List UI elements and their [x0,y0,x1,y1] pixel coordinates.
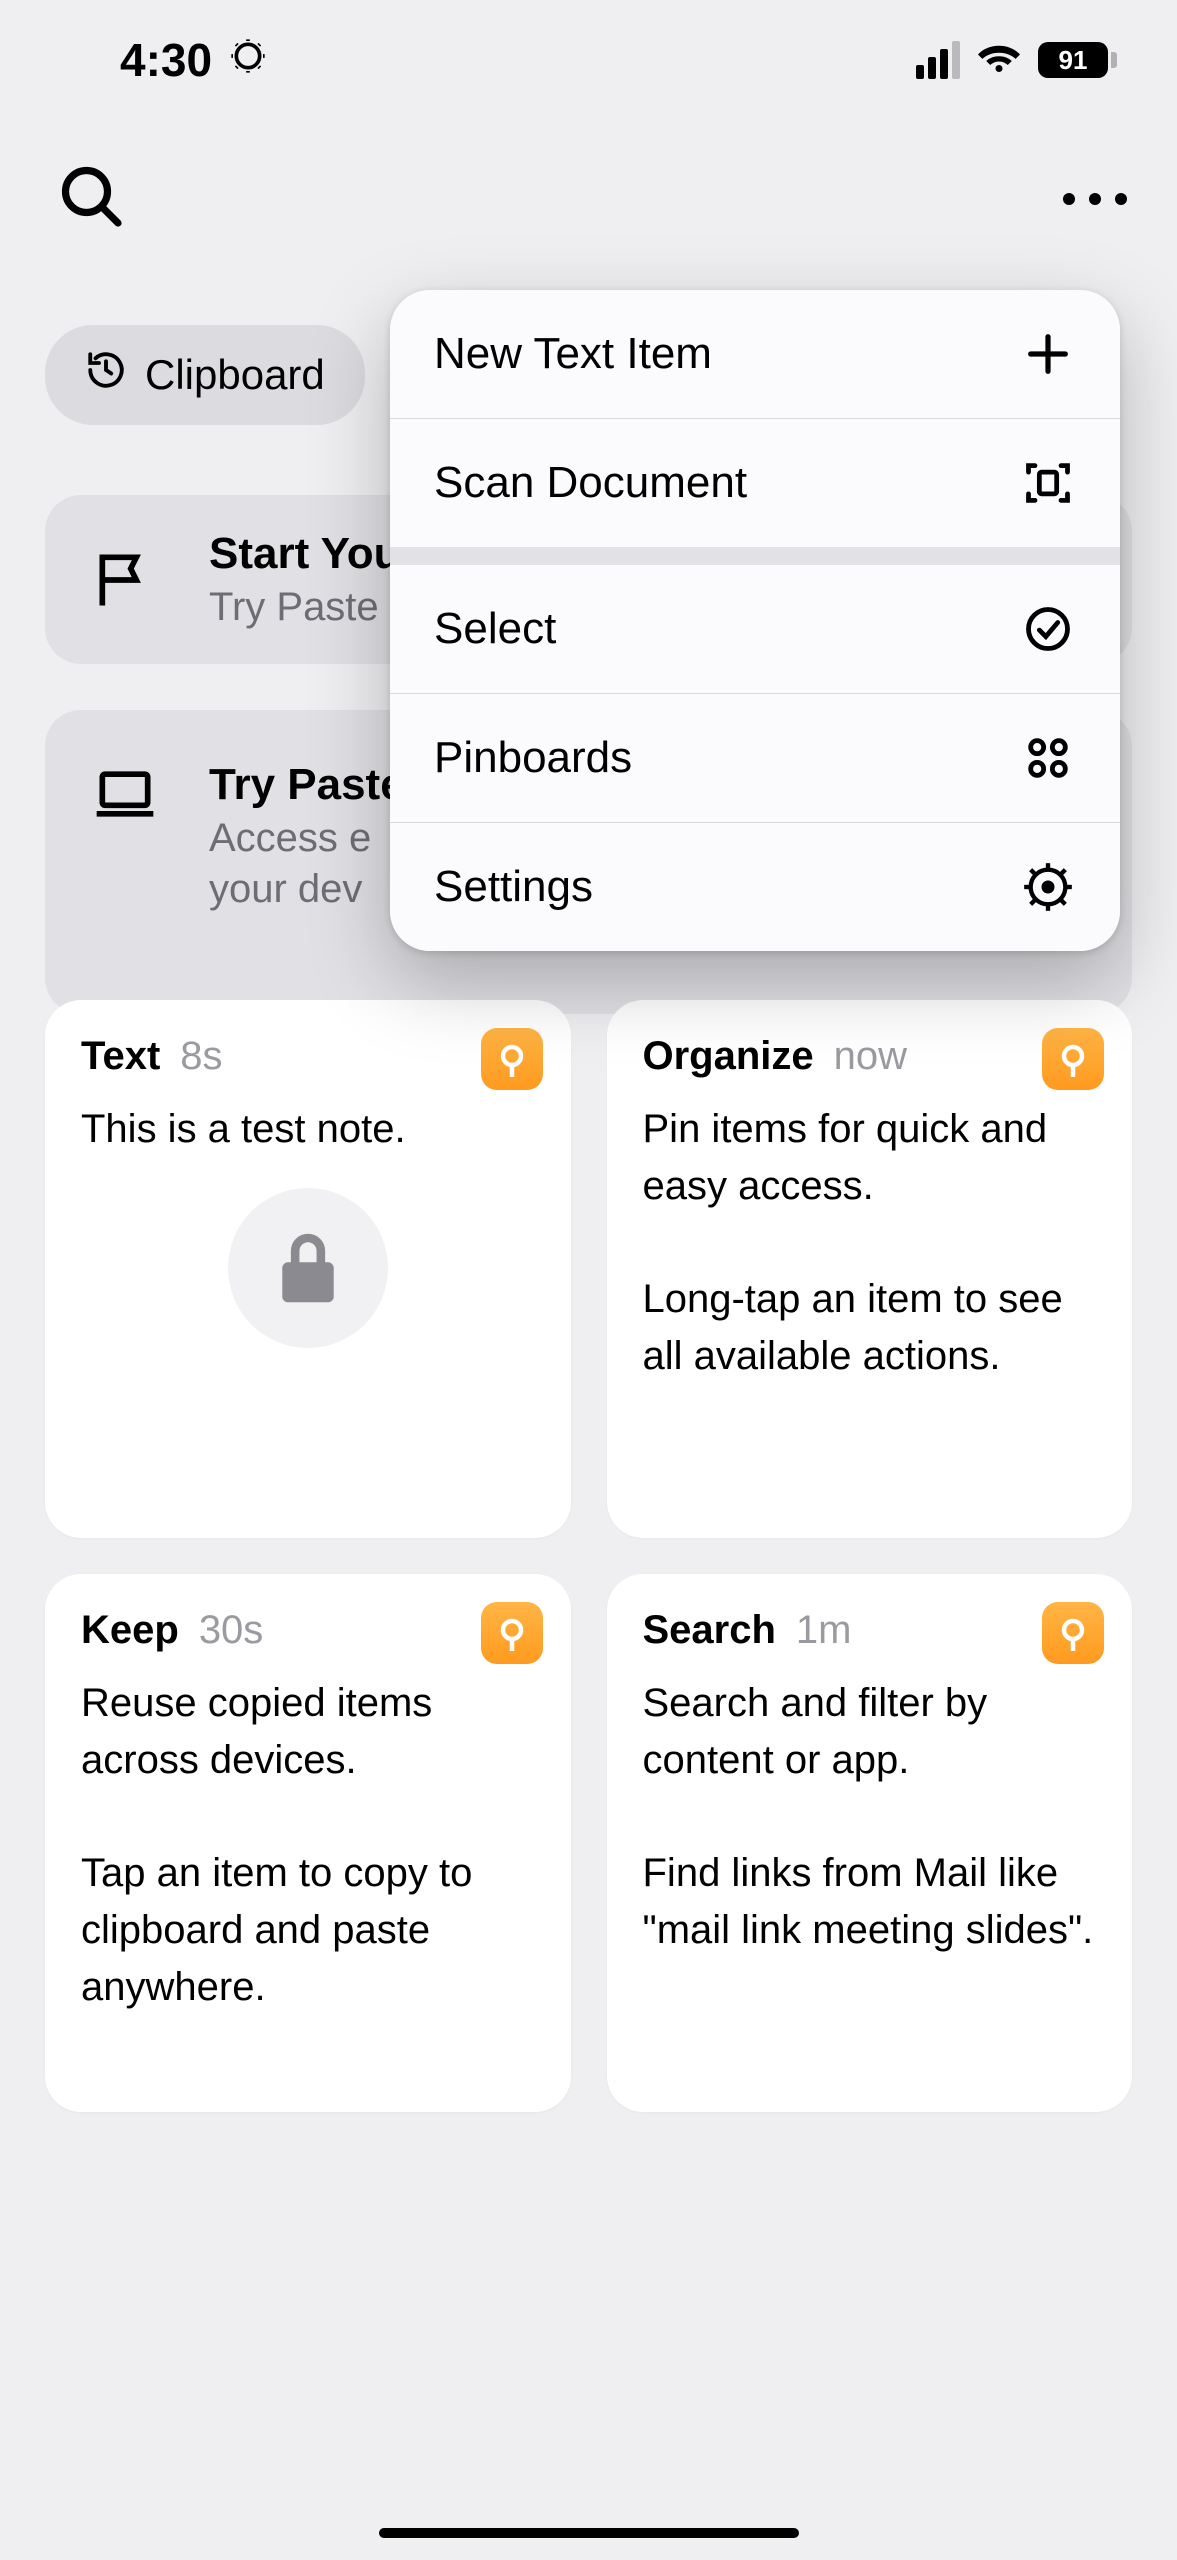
menu-divider [390,547,1120,565]
cellular-icon [916,41,960,79]
card-body: Reuse copied items across devices. Tap a… [81,1675,535,2016]
status-left: 4:30 [120,33,268,87]
item-card-text[interactable]: Text 8s This is a test note. [45,1000,571,1538]
row-subtitle-2: your dev [209,867,405,912]
card-time: now [834,1034,907,1079]
filter-chip-clipboard[interactable]: Clipboard [45,325,365,425]
menu-item-new-text[interactable]: New Text Item [390,290,1120,419]
toolbar [0,160,1177,237]
item-card-organize[interactable]: Organize now Pin items for quick and eas… [607,1000,1133,1538]
menu-item-select[interactable]: Select [390,565,1120,694]
card-body: This is a test note. [81,1101,535,1158]
gear-icon [1020,859,1076,915]
status-right: 91 [916,37,1117,84]
row-subtitle: Access e [209,816,405,861]
card-title: Organize [643,1034,814,1079]
wifi-icon [978,37,1020,84]
flag-icon [85,546,165,614]
battery-indicator: 91 [1038,42,1117,78]
app-badge-icon [481,1028,543,1090]
more-button[interactable] [1063,193,1127,205]
app-badge-icon [1042,1028,1104,1090]
card-time: 8s [180,1034,222,1079]
menu-label: Pinboards [434,733,632,783]
item-card-keep[interactable]: Keep 30s Reuse copied items across devic… [45,1574,571,2112]
plus-icon [1020,326,1076,382]
card-time: 30s [199,1608,264,1653]
lock-icon [228,1188,388,1348]
checkmark-circle-icon [1020,601,1076,657]
card-title: Text [81,1034,160,1079]
menu-item-scan[interactable]: Scan Document [390,419,1120,547]
card-body: Pin items for quick and easy access. Lon… [643,1101,1097,1385]
card-title: Keep [81,1608,179,1653]
menu-item-settings[interactable]: Settings [390,823,1120,951]
filter-chips: Clipboard [45,325,365,425]
card-body: Search and filter by content or app. Fin… [643,1675,1097,1959]
history-icon [85,349,127,401]
menu-label: New Text Item [434,329,712,379]
context-menu: New Text Item Scan Document Select Pinbo… [390,290,1120,951]
filter-chip-label: Clipboard [145,351,325,399]
laptop-icon [85,760,165,828]
items-grid: Text 8s This is a test note. Organize no… [45,1000,1132,2112]
card-time: 1m [796,1608,852,1653]
menu-label: Settings [434,862,593,912]
card-title: Search [643,1608,776,1653]
menu-label: Scan Document [434,458,747,508]
battery-level: 91 [1038,42,1108,78]
focus-icon [228,33,268,87]
item-card-search[interactable]: Search 1m Search and filter by content o… [607,1574,1133,2112]
menu-label: Select [434,604,556,654]
row-title: Try Paste [209,760,405,810]
row-subtitle: Try Paste [209,585,401,630]
app-badge-icon [481,1602,543,1664]
app-badge-icon [1042,1602,1104,1664]
status-bar: 4:30 91 [0,0,1177,120]
row-title: Start You [209,529,401,579]
grid-icon [1020,730,1076,786]
search-button[interactable] [55,160,127,237]
menu-item-pinboards[interactable]: Pinboards [390,694,1120,823]
scan-document-icon [1020,455,1076,511]
home-indicator[interactable] [379,2528,799,2538]
status-time: 4:30 [120,33,212,87]
